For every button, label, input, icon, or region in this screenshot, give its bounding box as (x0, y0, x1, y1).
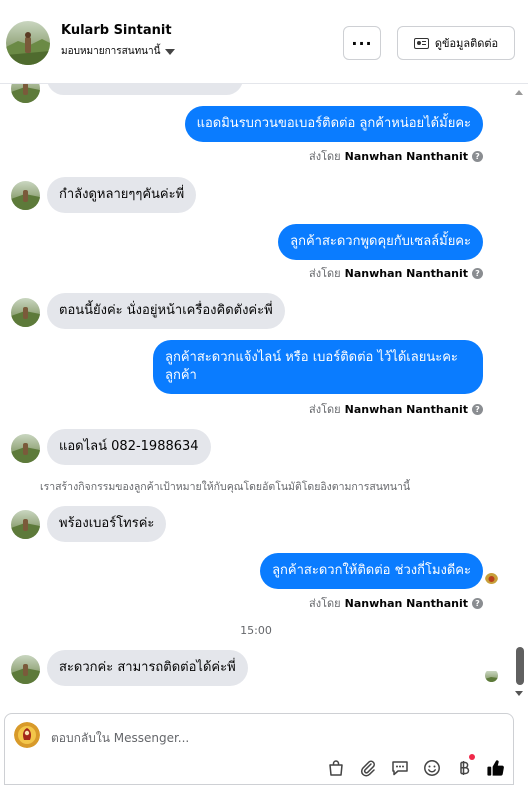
automation-note: เราสร้างกิจกรรมของลูกค้าเป้าหมายให้กับคุ… (40, 481, 411, 493)
outgoing-message: ลูกค้าสะดวกแจ้งไลน์ หรือ เบอร์ติดต่อ ไว้… (153, 340, 483, 394)
view-contact-info-label: ดูข้อมูลติดต่อ (434, 37, 499, 50)
sent-by-prefix: ส่งโดย (309, 597, 341, 610)
more-icon: ··· (351, 33, 373, 53)
incoming-message-partial (47, 84, 243, 95)
info-icon[interactable]: ? (472, 267, 483, 279)
emoji-icon[interactable] (422, 758, 441, 777)
conversation-header: Kularb Sintanit มอบหมายการสนทนานี้ ··· ด… (0, 0, 528, 84)
chat-scrollbar[interactable] (512, 84, 528, 704)
chevron-down-icon (165, 48, 176, 55)
baht-icon[interactable] (454, 754, 475, 777)
outgoing-message: ลูกค้าสะดวกพูดคุยกับเซลล์มั้ยคะ (278, 224, 483, 260)
scroll-up-arrow-icon[interactable] (515, 90, 523, 95)
contact-avatar[interactable] (6, 21, 50, 65)
timestamp: 15:00 (240, 624, 272, 637)
sent-by-agent: Nanwhan Nanthanit (344, 402, 468, 416)
saved-reply-icon[interactable] (390, 758, 409, 777)
seen-by-contact-avatar (485, 669, 498, 682)
view-contact-info-button[interactable]: ดูข้อมูลติดต่อ (397, 26, 515, 60)
paperclip-icon[interactable] (358, 758, 377, 777)
sent-by-label: ส่งโดย Nanwhan Nanthanit ? (309, 264, 483, 282)
thumbs-up-icon[interactable] (486, 758, 505, 777)
sent-by-label: ส่งโดย Nanwhan Nanthanit ? (309, 147, 483, 165)
more-options-button[interactable]: ··· (343, 26, 381, 60)
outgoing-message-line: ลูกค้า (165, 368, 197, 383)
sent-by-agent: Nanwhan Nanthanit (344, 149, 468, 163)
info-icon[interactable]: ? (472, 403, 483, 415)
sent-by-prefix: ส่งโดย (309, 403, 341, 416)
contact-avatar-small (11, 510, 40, 539)
assign-conversation-dropdown[interactable]: มอบหมายการสนทนานี้ (61, 44, 176, 59)
contact-avatar-small (11, 84, 40, 103)
message-thread: แอดมินรบกวนขอเบอร์ติดต่อ ลูกค้าหน่อยได้ม… (0, 84, 528, 704)
contact-name[interactable]: Kularb Sintanit (61, 23, 172, 38)
outgoing-message: ลูกค้าสะดวกให้ติดต่อ ช่วงกี่โมงดีคะ (260, 553, 483, 589)
contact-avatar-small (11, 434, 40, 463)
outgoing-message-line: ลูกค้าสะดวกแจ้งไลน์ หรือ เบอร์ติดต่อ ไว้… (165, 350, 458, 365)
page-avatar (14, 722, 40, 748)
incoming-message: แอดไลน์ 082-1988634 (47, 429, 211, 465)
outgoing-message: แอดมินรบกวนขอเบอร์ติดต่อ ลูกค้าหน่อยได้ม… (184, 106, 483, 142)
notification-dot (469, 754, 475, 760)
id-card-icon (413, 37, 429, 49)
info-icon[interactable]: ? (472, 150, 483, 162)
message-composer[interactable]: ตอบกลับใน Messenger... (4, 713, 514, 785)
sent-by-prefix: ส่งโดย (309, 150, 341, 163)
reply-input[interactable]: ตอบกลับใน Messenger... (51, 729, 189, 748)
composer-toolbar (326, 754, 505, 777)
info-icon[interactable]: ? (472, 597, 483, 609)
sent-by-label: ส่งโดย Nanwhan Nanthanit ? (309, 594, 483, 612)
sent-by-prefix: ส่งโดย (309, 267, 341, 280)
incoming-message: กำลังดูหลายๆๆคันค่ะพี่ (47, 177, 197, 213)
incoming-message: สะดวกค่ะ สามารถติดต่อได้ค่ะพี่ (47, 650, 248, 686)
assign-label: มอบหมายการสนทนานี้ (61, 46, 161, 57)
sent-by-label: ส่งโดย Nanwhan Nanthanit ? (309, 400, 483, 418)
sent-by-agent: Nanwhan Nanthanit (344, 596, 468, 610)
scroll-down-arrow-icon[interactable] (515, 691, 523, 696)
contact-avatar-small (11, 298, 40, 327)
shopping-bag-icon[interactable] (326, 758, 345, 777)
contact-avatar-small (11, 655, 40, 684)
incoming-message: ตอนนี้ยังค่ะ นั่งอยู่หน้าเครื่องคิดตังค่… (47, 293, 285, 329)
scrollbar-thumb[interactable] (516, 647, 524, 685)
incoming-message: พร้องเบอร์โทรค่ะ (47, 506, 167, 542)
contact-avatar-small (11, 181, 40, 210)
sent-by-agent: Nanwhan Nanthanit (344, 266, 468, 280)
seen-by-avatar (485, 571, 498, 584)
